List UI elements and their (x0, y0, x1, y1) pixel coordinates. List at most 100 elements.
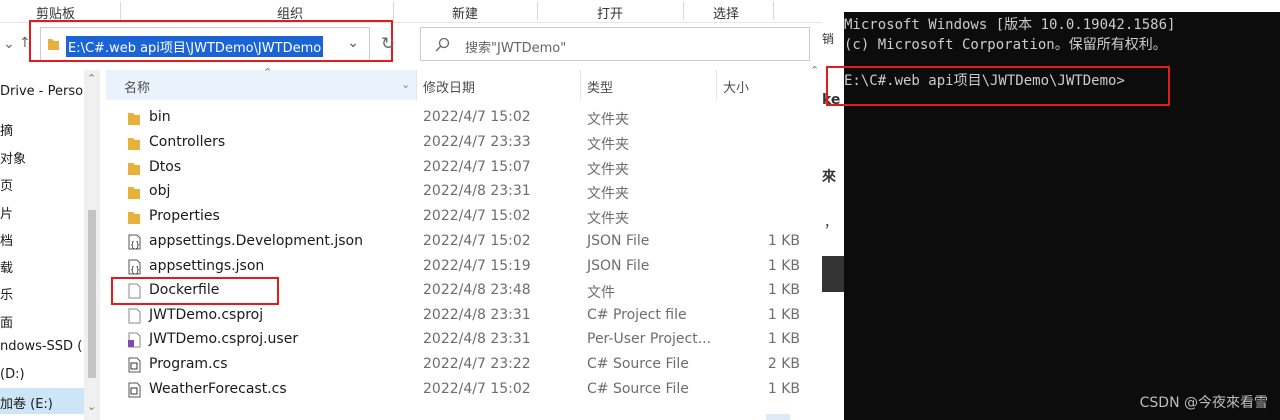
file-type: JSON File (587, 233, 650, 249)
nav-item[interactable]: 对象 (0, 148, 26, 167)
chevron-down-icon[interactable]: ⌄ (3, 36, 15, 52)
file-row-appsettings-development[interactable]: {} appsettings.Development.json 2022/4/7… (105, 230, 810, 254)
file-type: C# Project file (587, 307, 687, 323)
file-date: 2022/4/7 15:02 (423, 381, 531, 397)
ribbon-divider (120, 2, 121, 20)
navigation-pane: Drive - Perso 摘 对象 页 片 档 载 乐 面 ndows-SSD… (0, 70, 100, 420)
folder-icon (128, 212, 140, 224)
console-title-bar (844, 0, 1280, 12)
ribbon-label-open: 打开 (597, 7, 624, 22)
file-name: WeatherForecast.cs (149, 381, 287, 397)
scroll-up-arrow-icon[interactable]: ⌃ (87, 72, 96, 85)
search-placeholder: 搜索"JWTDemo" (465, 41, 567, 56)
view-toggle[interactable] (766, 414, 790, 420)
file-row-csproj[interactable]: JWTDemo.csproj 2022/4/8 23:31 C# Project… (105, 304, 810, 328)
file-type: 文件夹 (587, 211, 629, 227)
column-header-size[interactable]: 大小 (723, 77, 749, 96)
header-separator (580, 70, 581, 100)
folder-icon (128, 138, 140, 150)
file-size: 1 KB (767, 282, 800, 298)
file-name: Dtos (149, 159, 182, 175)
file-type: 文件 (587, 285, 615, 301)
file-type: Per-User Project... (587, 331, 712, 347)
file-size: 1 KB (767, 307, 800, 323)
file-size: 1 KB (767, 233, 800, 249)
file-row-bin[interactable]: bin 2022/4/7 15:02 文件夹 (105, 106, 810, 130)
fragment-text: 來 (822, 169, 836, 185)
address-highlight-box (29, 20, 393, 62)
dockerfile-highlight-box (111, 277, 279, 305)
json-file-icon: {} (128, 234, 141, 250)
console-line: Microsoft Windows [版本 10.0.19042.1586] (844, 17, 1176, 33)
file-row-properties[interactable]: Properties 2022/4/7 15:02 文件夹 (105, 205, 810, 229)
header-separator (716, 70, 717, 100)
command-prompt-window[interactable]: Microsoft Windows [版本 10.0.19042.1586] (… (826, 0, 1280, 420)
file-type: 文件夹 (587, 162, 629, 178)
background-page-strip: 销 ke 來 ， (822, 0, 844, 420)
file-date: 2022/4/7 23:33 (423, 134, 531, 150)
file-list-scrollbar[interactable] (810, 65, 822, 420)
nav-item[interactable]: 面 (0, 312, 13, 331)
file-row-dtos[interactable]: Dtos 2022/4/7 15:07 文件夹 (105, 156, 810, 180)
nav-item[interactable]: 页 (0, 175, 13, 194)
nav-item[interactable]: 载 (0, 257, 13, 276)
file-row-controllers[interactable]: Controllers 2022/4/7 23:33 文件夹 (105, 131, 810, 155)
file-name: Program.cs (149, 356, 228, 372)
folder-icon (128, 187, 140, 199)
ribbon-label-select: 选择 (713, 7, 740, 22)
column-header-name-label[interactable]: 名称 (124, 77, 150, 96)
json-file-icon: {} (128, 259, 141, 275)
file-date: 2022/4/7 23:22 (423, 356, 531, 372)
file-name: obj (149, 183, 171, 199)
column-dropdown-icon[interactable]: ⌄ (401, 78, 410, 91)
scroll-down-arrow-icon[interactable]: ⌄ (87, 400, 96, 413)
file-date: 2022/4/7 15:19 (423, 258, 531, 274)
file-size: 1 KB (767, 331, 800, 347)
fragment-text: ， (824, 216, 838, 231)
folder-icon (128, 163, 140, 175)
dark-block (822, 256, 844, 292)
file-type: 文件夹 (587, 112, 629, 128)
nav-item-drive-d[interactable]: (D:) (0, 367, 25, 382)
nav-scroll-thumb[interactable] (88, 210, 96, 378)
nav-item-windows-ssd[interactable]: ndows-SSD ( (0, 339, 82, 354)
file-type: JSON File (587, 258, 650, 274)
csdn-watermark: CSDN @今夜來看雪 (1139, 395, 1268, 411)
header-separator (416, 70, 417, 100)
search-box[interactable]: 搜索"JWTDemo" (420, 27, 810, 61)
file-type: 文件夹 (587, 186, 629, 202)
nav-item[interactable]: 档 (0, 230, 13, 249)
file-name: Controllers (149, 134, 226, 150)
file-row-csproj-user[interactable]: JWTDemo.csproj.user 2022/4/8 23:31 Per-U… (105, 328, 810, 352)
file-size: 2 KB (767, 356, 800, 372)
search-icon (435, 37, 450, 52)
prompt-highlight-box (826, 66, 1170, 106)
nav-item-drive-e-selected[interactable]: 加卷 (E:) (0, 388, 84, 414)
file-date: 2022/4/7 15:07 (423, 159, 531, 175)
nav-item-label: 加卷 (E:) (0, 397, 53, 412)
vs-file-icon (128, 332, 141, 348)
refresh-icon[interactable]: ↻ (381, 34, 395, 54)
file-type: C# Source File (587, 381, 689, 397)
nav-item[interactable]: 乐 (0, 284, 13, 303)
file-row-obj[interactable]: obj 2022/4/8 23:31 文件夹 (105, 180, 810, 204)
scroll-up-arrow-icon[interactable]: ⌃ (810, 64, 819, 77)
file-date: 2022/4/8 23:31 (423, 183, 531, 199)
nav-item-onedrive[interactable]: Drive - Perso (0, 84, 83, 99)
file-row-weatherforecast-cs[interactable]: WeatherForecast.cs 2022/4/7 15:02 C# Sou… (105, 378, 810, 402)
file-date: 2022/4/8 23:48 (423, 282, 531, 298)
column-header-date[interactable]: 修改日期 (423, 77, 475, 96)
file-row-appsettings[interactable]: {} appsettings.json 2022/4/7 15:19 JSON … (105, 255, 810, 279)
ribbon-divider (683, 2, 684, 20)
ribbon-divider (393, 2, 394, 20)
file-name: appsettings.Development.json (149, 233, 363, 249)
column-header-type[interactable]: 类型 (587, 77, 613, 96)
nav-item[interactable]: 摘 (0, 120, 13, 139)
cs-file-icon (128, 382, 141, 398)
column-header-hover (106, 70, 416, 100)
file-type: C# Source File (587, 356, 689, 372)
console-line: (c) Microsoft Corporation。保留所有权利。 (844, 37, 1167, 53)
file-row-program-cs[interactable]: Program.cs 2022/4/7 23:22 C# Source File… (105, 353, 810, 377)
file-name: JWTDemo.csproj.user (149, 331, 299, 347)
nav-item[interactable]: 片 (0, 203, 13, 222)
